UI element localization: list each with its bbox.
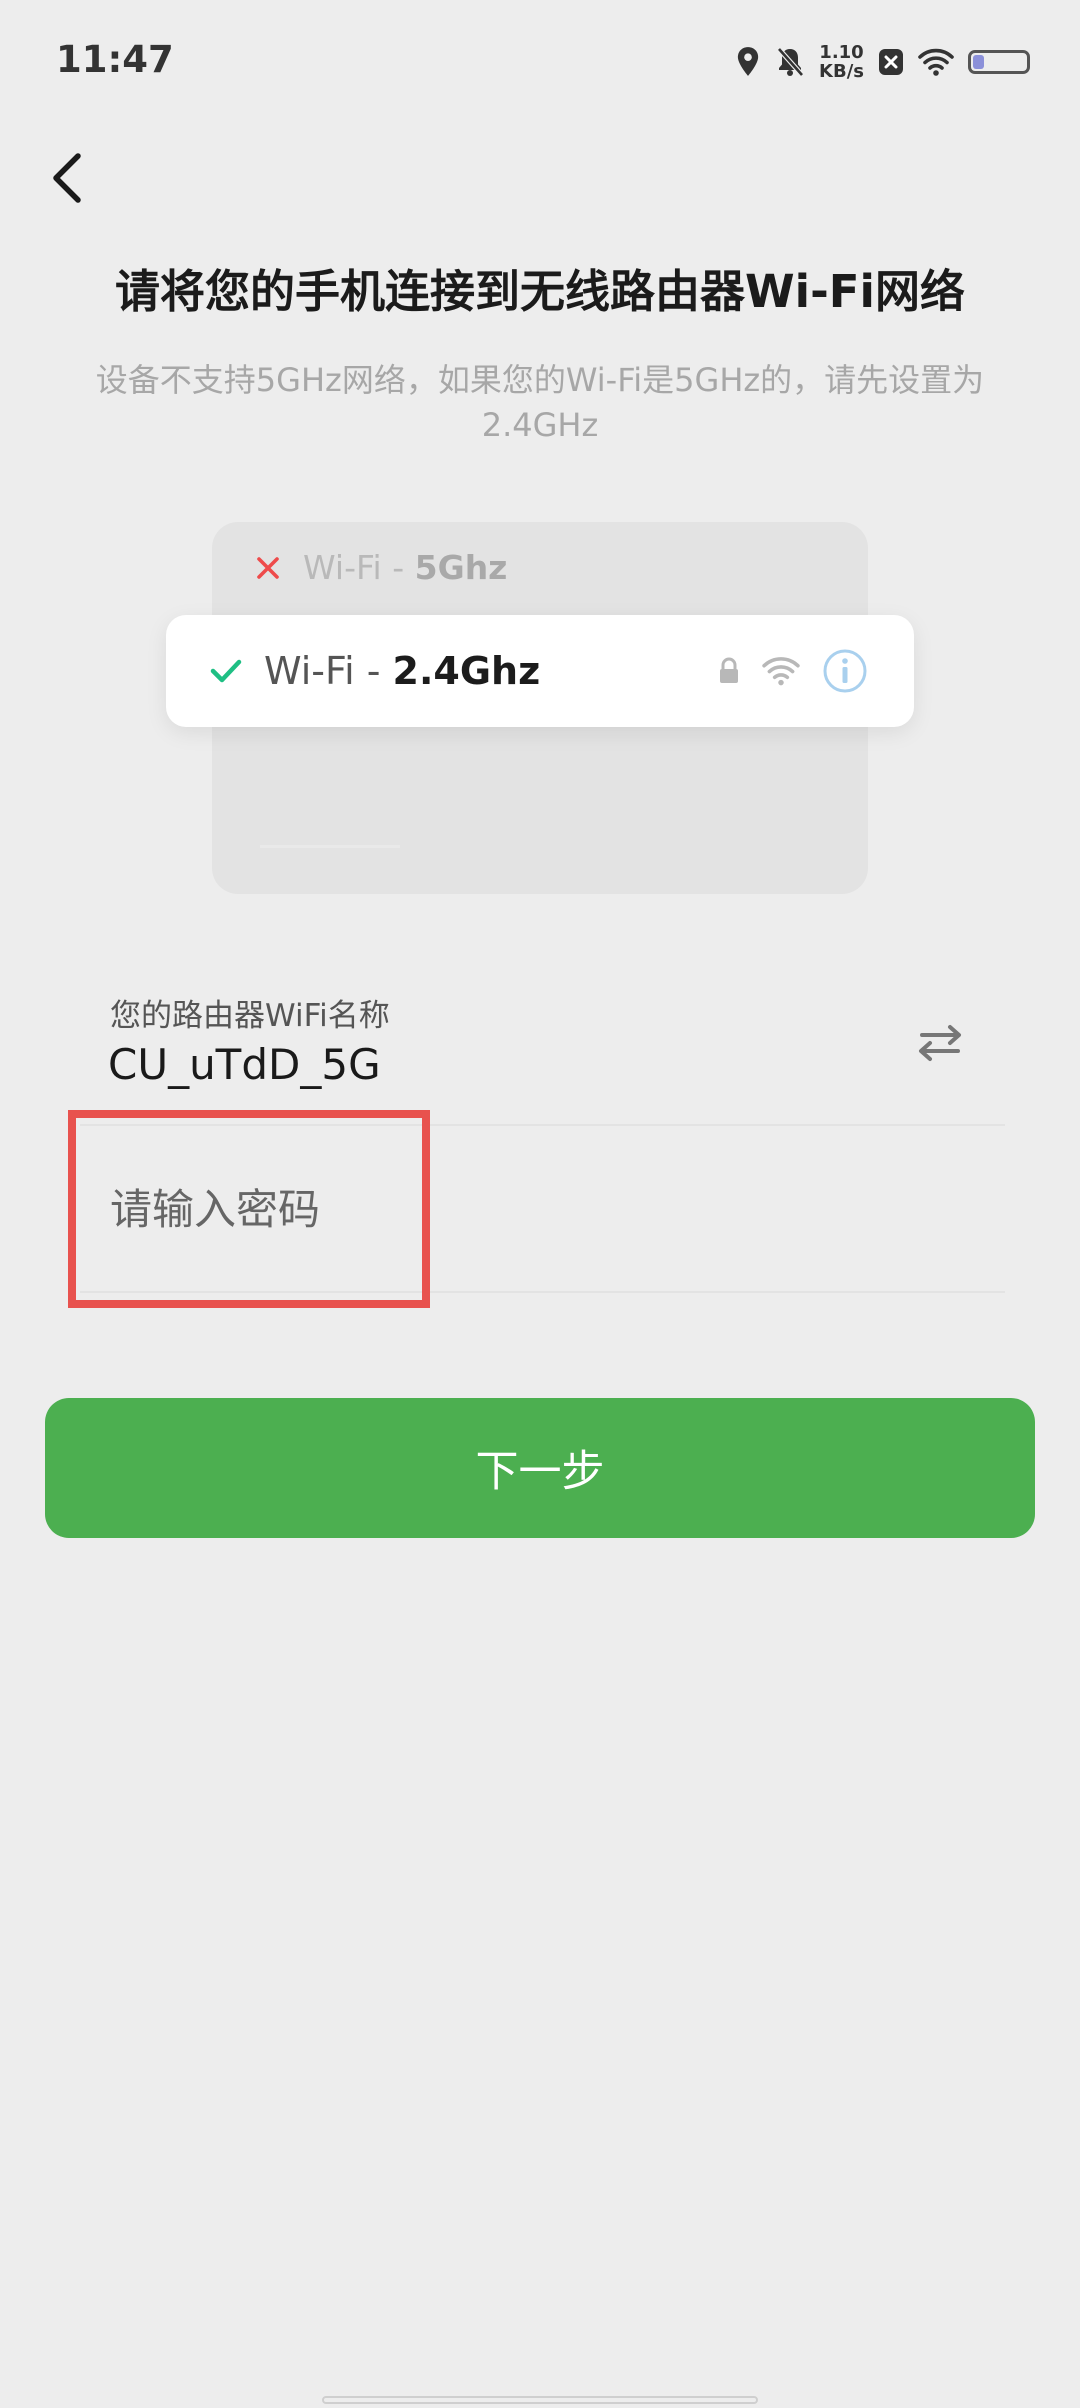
next-step-button[interactable]: 下一步 xyxy=(45,1398,1035,1538)
chevron-left-icon xyxy=(53,153,81,203)
status-bar: 11:47 1.10 KB/s xyxy=(0,0,1080,120)
home-indicator[interactable] xyxy=(322,2396,758,2404)
status-icons: 1.10 KB/s xyxy=(735,42,1030,82)
lock-icon xyxy=(720,657,738,683)
net-speed: 1.10 KB/s xyxy=(819,42,864,82)
illustration-5ghz-row: Wi-Fi - 5Ghz xyxy=(255,548,507,587)
illustration-placeholder-line xyxy=(260,845,400,848)
divider xyxy=(80,1124,1005,1126)
wifi-name-value[interactable]: CU_uTdD_5G xyxy=(108,1040,381,1089)
illustration-24ghz-text: Wi-Fi - 2.4Ghz xyxy=(264,649,541,693)
battery-level xyxy=(973,55,985,69)
swap-arrows-icon xyxy=(919,1025,961,1061)
illustration-24ghz-card: Wi-Fi - 2.4Ghz xyxy=(166,615,914,727)
illustration-24ghz-row: Wi-Fi - 2.4Ghz xyxy=(210,615,540,727)
close-notification-icon xyxy=(879,49,903,75)
info-icon xyxy=(823,649,867,693)
illustration-5ghz-text: Wi-Fi - 5Ghz xyxy=(303,548,508,587)
cross-icon xyxy=(257,556,279,579)
back-button[interactable] xyxy=(42,150,90,206)
mute-bell-icon xyxy=(777,47,804,77)
page-title: 请将您的手机连接到无线路由器Wi-Fi网络 xyxy=(115,265,965,318)
wifi-name-label: 您的路由器WiFi名称 xyxy=(110,998,390,1034)
location-icon xyxy=(737,47,759,76)
wifi-icon xyxy=(918,48,954,76)
illustration-card-icons xyxy=(718,615,868,727)
battery-icon xyxy=(968,50,1030,74)
divider xyxy=(80,1291,1005,1293)
wifi-signal-icon xyxy=(762,657,800,686)
page-subtitle: 设备不支持5GHz网络，如果您的Wi-Fi是5GHz的，请先设置为2.4GHz xyxy=(95,361,985,444)
status-time: 11:47 xyxy=(56,38,174,81)
checkmark-icon xyxy=(210,659,242,683)
switch-wifi-button[interactable] xyxy=(912,1020,968,1066)
password-input[interactable] xyxy=(110,1172,970,1246)
